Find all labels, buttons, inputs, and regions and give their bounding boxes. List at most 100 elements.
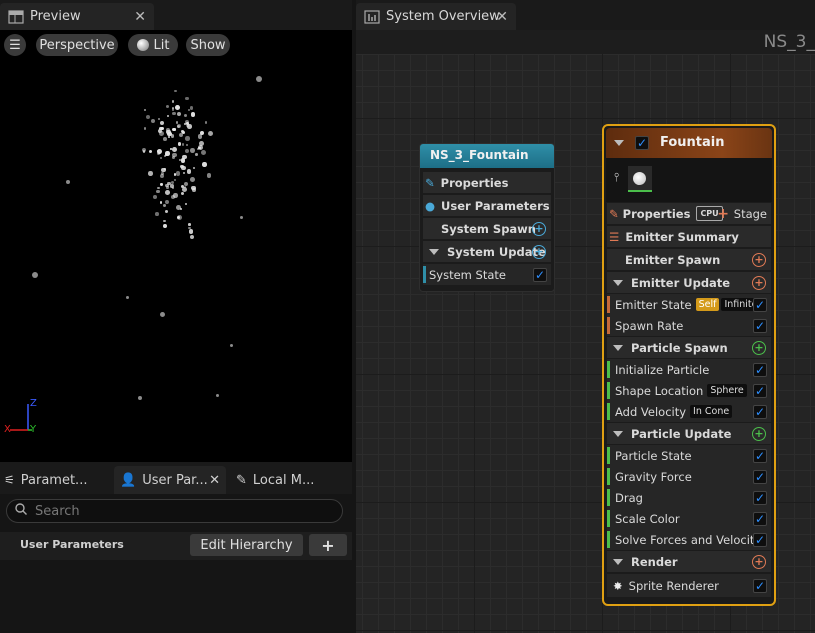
- plus-circle-icon[interactable]: +: [752, 554, 766, 569]
- checkbox-icon[interactable]: ✓: [753, 578, 767, 593]
- checkbox-icon[interactable]: ✓: [753, 532, 767, 547]
- viewport-menu-button[interactable]: ☰: [4, 34, 26, 56]
- particle-spawn-row[interactable]: Particle Spawn +: [607, 337, 771, 358]
- perspective-button[interactable]: Perspective: [36, 34, 118, 56]
- lit-button[interactable]: Lit: [128, 34, 178, 56]
- search-input[interactable]: Search: [6, 499, 343, 523]
- particle-sprite: [167, 114, 170, 118]
- system-user-parameters-label: User Parameters: [441, 198, 550, 213]
- system-properties-row[interactable]: ✎ Properties: [423, 172, 551, 193]
- system-state-row[interactable]: System State ✓: [423, 264, 551, 285]
- particle-sprite: [190, 106, 194, 110]
- particle-sprite: [172, 147, 178, 153]
- particle-sprite: [165, 105, 169, 109]
- particle-sprite: [173, 89, 177, 93]
- particle-state-row[interactable]: Particle State ✓: [607, 445, 771, 466]
- initialize-particle-row[interactable]: Initialize Particle ✓: [607, 359, 771, 380]
- particle-sprite: [208, 131, 214, 137]
- particle-sprite: [144, 127, 147, 130]
- triangle-down-icon[interactable]: [614, 140, 624, 146]
- particle-sprite: [171, 108, 175, 111]
- plus-circle-icon[interactable]: +: [752, 426, 766, 441]
- system-user-parameters-row[interactable]: ● User Parameters: [423, 195, 551, 216]
- show-button[interactable]: Show: [186, 34, 230, 56]
- particle-sprite: [189, 229, 194, 234]
- particle-sprite: [142, 150, 146, 153]
- drag-row[interactable]: Drag ✓: [607, 487, 771, 508]
- tab-preview[interactable]: Preview ✕: [0, 3, 154, 30]
- checkbox-icon[interactable]: ✓: [753, 383, 767, 398]
- hamburger-icon: ☰: [9, 37, 21, 53]
- module-color-bar: [423, 266, 426, 283]
- particle-sprite: [148, 171, 153, 176]
- system-node-header[interactable]: NS_3_Fountain: [420, 144, 554, 168]
- plus-circle-icon[interactable]: +: [752, 275, 766, 290]
- checkbox-icon[interactable]: ✓: [753, 448, 767, 463]
- add-stage-button[interactable]: Stage: [734, 207, 767, 221]
- system-node[interactable]: NS_3_Fountain ✎ Properties ● User Parame…: [419, 143, 555, 292]
- emitter-properties-row[interactable]: ✎ Properties CPU + Stage: [607, 203, 771, 224]
- particle-sprite: [167, 132, 172, 137]
- checkbox-icon[interactable]: ✓: [753, 511, 767, 526]
- particle-sprite: [174, 105, 180, 110]
- emitter-node[interactable]: ✓ Fountain ⫯ ✎ Properties CPU + Stage ☰ …: [602, 124, 776, 606]
- system-update-row[interactable]: System Update +: [423, 241, 551, 262]
- add-parameter-button[interactable]: +: [309, 534, 347, 556]
- particle-sprite: [163, 167, 167, 171]
- particle-sprite: [188, 222, 191, 226]
- checkbox-icon[interactable]: ✓: [753, 318, 767, 333]
- tab-user-parameters-label: User Par...: [142, 472, 208, 488]
- list-icon: ☰: [609, 229, 620, 244]
- close-icon[interactable]: ✕: [209, 473, 220, 488]
- emitter-thumbnail[interactable]: [628, 166, 652, 192]
- plus-circle-icon[interactable]: +: [752, 340, 766, 355]
- system-spawn-row[interactable]: System Spawn +: [423, 218, 551, 239]
- sphere-icon: [136, 39, 149, 51]
- tab-system-overview[interactable]: System Overview ✕: [356, 3, 516, 30]
- solve-forces-row[interactable]: Solve Forces and Velocity ✓: [607, 529, 771, 550]
- plus-circle-icon[interactable]: +: [532, 244, 546, 259]
- emitter-summary-label: Emitter Summary: [625, 229, 739, 244]
- particle-update-row[interactable]: Particle Update +: [607, 423, 771, 444]
- particle-sprite: [159, 126, 163, 130]
- checkbox-icon[interactable]: ✓: [753, 469, 767, 484]
- checkbox-icon[interactable]: ✓: [753, 362, 767, 377]
- spawn-rate-row[interactable]: Spawn Rate ✓: [607, 315, 771, 336]
- checkbox-icon[interactable]: ✓: [753, 297, 767, 312]
- emitter-summary-row[interactable]: ☰ Emitter Summary: [607, 226, 771, 247]
- plus-circle-icon[interactable]: +: [532, 221, 546, 236]
- checkbox-icon[interactable]: ✓: [753, 490, 767, 505]
- axis-x-label: X: [4, 424, 11, 435]
- preview-viewport[interactable]: ☰ Perspective Lit Show Z X Y: [0, 30, 352, 462]
- emitter-enable-checkbox[interactable]: ✓: [635, 136, 649, 150]
- tab-user-parameters[interactable]: 👤 User Par... ✕: [114, 466, 226, 494]
- shape-location-row[interactable]: Shape Location Sphere ✓: [607, 380, 771, 401]
- sprite-renderer-row[interactable]: ✸ Sprite Renderer ✓: [607, 574, 771, 597]
- particle-sprite: [32, 272, 38, 278]
- stage-plus-icon[interactable]: +: [717, 206, 729, 222]
- graph-icon: ✎: [236, 472, 247, 488]
- particle-sprite: [181, 158, 186, 163]
- emitter-state-row[interactable]: Emitter State Self Infinite ✓: [607, 294, 771, 315]
- add-velocity-row[interactable]: Add Velocity In Cone ✓: [607, 401, 771, 422]
- checkbox-icon[interactable]: ✓: [533, 267, 547, 282]
- close-icon[interactable]: ✕: [134, 9, 146, 25]
- scale-color-row[interactable]: Scale Color ✓: [607, 508, 771, 529]
- sliders-icon: ⚟: [4, 473, 15, 487]
- plus-circle-icon[interactable]: +: [752, 252, 766, 267]
- emitter-node-title: Fountain: [660, 135, 725, 150]
- gravity-force-row[interactable]: Gravity Force ✓: [607, 466, 771, 487]
- emitter-update-row[interactable]: Emitter Update +: [607, 272, 771, 293]
- system-overview-graph[interactable]: System Overview ✕ NS_3_ NS_3_Fountain ✎ …: [356, 0, 815, 633]
- tab-parameters[interactable]: ⚟ Paramet...: [4, 466, 87, 494]
- edit-hierarchy-button[interactable]: Edit Hierarchy: [190, 534, 303, 556]
- module-color-bar: [607, 489, 610, 506]
- particle-sprite: [197, 133, 203, 139]
- emitter-spawn-row[interactable]: Emitter Spawn +: [607, 249, 771, 270]
- close-icon[interactable]: ✕: [496, 9, 508, 25]
- emitter-node-header[interactable]: ✓ Fountain: [606, 128, 772, 158]
- render-row[interactable]: Render +: [607, 551, 771, 572]
- checkbox-icon[interactable]: ✓: [753, 404, 767, 419]
- show-label: Show: [190, 37, 226, 53]
- tab-local-modules[interactable]: ✎ Local M...: [236, 466, 314, 494]
